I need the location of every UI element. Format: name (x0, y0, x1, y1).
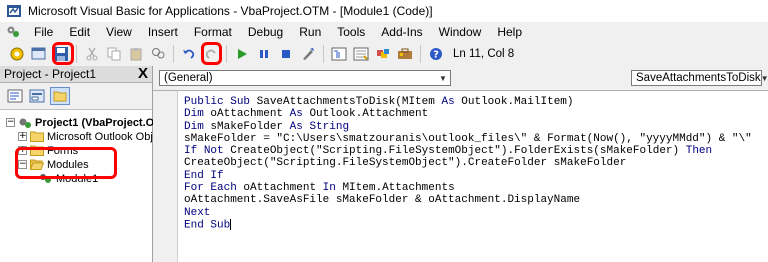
save-icon[interactable] (52, 45, 70, 63)
view-object-icon[interactable] (28, 88, 46, 104)
chevron-down-icon[interactable]: ▼ (761, 74, 768, 83)
code-line[interactable]: sMakeFolder = "C:\Users\smatzouranis\out… (184, 133, 752, 145)
tree-label-outlook-objects: Microsoft Outlook Objec (47, 130, 165, 143)
find-icon[interactable] (149, 45, 167, 63)
vba-icon[interactable] (6, 25, 20, 39)
code-line[interactable]: Dim oAttachment As Outlook.Attachment (184, 108, 752, 120)
design-mode-icon[interactable] (299, 45, 317, 63)
object-dropdown[interactable]: (General) ▼ (159, 70, 451, 86)
menu-view[interactable]: View (98, 25, 140, 39)
menu-add-ins[interactable]: Add-Ins (373, 25, 430, 39)
view-host-icon[interactable] (8, 45, 26, 63)
tree-label-modules: Modules (47, 158, 89, 171)
properties-window-icon[interactable] (352, 45, 370, 63)
code-line[interactable]: oAttachment.SaveAsFile sMakeFolder & oAt… (184, 194, 752, 206)
vba-app-icon (7, 5, 21, 17)
help-icon[interactable]: ? (427, 45, 445, 63)
window-title: Microsoft Visual Basic for Applications … (28, 4, 433, 18)
tree-node-module1[interactable]: Module1 (38, 172, 98, 185)
project-explorer-toolbar (0, 83, 152, 110)
collapse-icon[interactable]: − (6, 118, 15, 127)
expand-icon[interactable]: + (18, 132, 27, 141)
svg-text:?: ? (433, 50, 439, 61)
code-editor[interactable]: Public Sub SaveAttachmentsToDisk(MItem A… (184, 96, 752, 232)
menu-debug[interactable]: Debug (240, 25, 291, 39)
toggle-folders-icon[interactable] (50, 87, 70, 105)
menu-run[interactable]: Run (291, 25, 329, 39)
project-explorer: Project - Project1 X − Project1 (VbaProj… (0, 66, 164, 262)
cursor-position: Ln 11, Col 8 (453, 48, 515, 60)
toolbox-icon[interactable] (396, 45, 414, 63)
redo-icon[interactable] (202, 45, 220, 63)
standard-toolbar: ? Ln 11, Col 8 (0, 42, 768, 67)
code-line[interactable]: Dim sMakeFolder As String (184, 121, 752, 133)
code-line[interactable]: If Not CreateObject("Scripting.FileSyste… (184, 145, 752, 157)
reset-icon[interactable] (277, 45, 295, 63)
tree-label-project1: Project1 (VbaProject.OT (35, 116, 161, 129)
undo-icon[interactable] (180, 45, 198, 63)
folder-icon (30, 145, 44, 156)
project-explorer-title: Project - Project1 (4, 67, 97, 81)
insert-userform-icon[interactable] (30, 45, 48, 63)
title-bar: Microsoft Visual Basic for Applications … (0, 0, 768, 22)
run-sub-icon[interactable] (233, 45, 251, 63)
code-line[interactable]: End Sub (184, 218, 752, 232)
chevron-down-icon[interactable]: ▼ (436, 74, 450, 83)
tree-node-project1[interactable]: − Project1 (VbaProject.OT (6, 116, 161, 129)
menu-tools[interactable]: Tools (329, 25, 373, 39)
menu-insert[interactable]: Insert (140, 25, 186, 39)
collapse-icon[interactable]: − (18, 160, 27, 169)
module-icon (40, 173, 51, 183)
cut-icon[interactable] (83, 45, 101, 63)
tree-label-forms: Forms (47, 144, 79, 157)
project-explorer-icon[interactable] (330, 45, 348, 63)
tree-node-forms[interactable]: + Forms (18, 144, 78, 157)
vba-project-icon (19, 118, 31, 128)
margin-indicator-bar[interactable] (153, 91, 178, 262)
paste-icon[interactable] (127, 45, 145, 63)
procedure-dropdown-value: SaveAttachmentsToDisk (636, 72, 761, 84)
tree-node-modules[interactable]: − Modules (18, 158, 89, 171)
object-dropdown-value: (General) (164, 72, 213, 84)
close-icon[interactable]: X (138, 66, 148, 81)
procedure-dropdown[interactable]: SaveAttachmentsToDisk ▼ (631, 70, 768, 86)
menu-format[interactable]: Format (186, 25, 240, 39)
copy-icon[interactable] (105, 45, 123, 63)
code-window-selectors: (General) ▼ SaveAttachmentsToDisk ▼ (153, 66, 768, 91)
object-browser-icon[interactable] (374, 45, 392, 63)
code-line[interactable]: Public Sub SaveAttachmentsToDisk(MItem A… (184, 96, 752, 108)
tree-label-module1: Module1 (56, 172, 99, 185)
project-explorer-header: Project - Project1 X (0, 66, 152, 83)
view-code-icon[interactable] (6, 88, 24, 104)
expand-icon[interactable]: + (18, 146, 27, 155)
code-line[interactable]: CreateObject("Scripting.FileSystemObject… (184, 157, 752, 169)
code-line[interactable]: Next (184, 207, 752, 219)
menu-window[interactable]: Window (431, 25, 490, 39)
menu-file[interactable]: File (26, 25, 61, 39)
code-window: (General) ▼ SaveAttachmentsToDisk ▼ Publ… (153, 66, 768, 262)
open-folder-icon (30, 159, 44, 170)
text-caret (230, 218, 232, 230)
code-line[interactable]: End If (184, 170, 752, 182)
menu-bar: File Edit View Insert Format Debug Run T… (0, 22, 768, 42)
code-line[interactable]: For Each oAttachment In MItem.Attachment… (184, 182, 752, 194)
break-icon[interactable] (255, 45, 273, 63)
folder-icon (30, 131, 44, 142)
tree-node-outlook-objects[interactable]: + Microsoft Outlook Objec (18, 130, 164, 143)
menu-help[interactable]: Help (489, 25, 530, 39)
menu-edit[interactable]: Edit (61, 25, 98, 39)
